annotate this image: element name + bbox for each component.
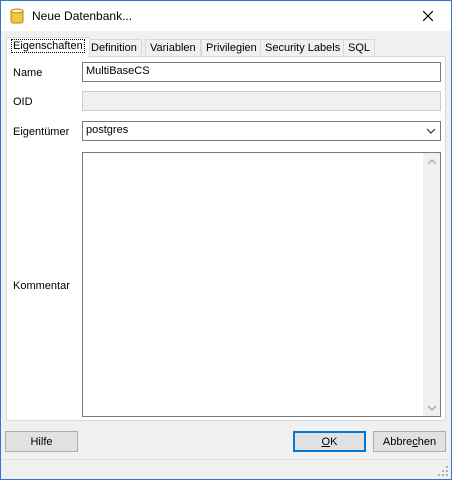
cancel-pre: Abbre xyxy=(382,435,413,448)
comment-textarea[interactable] xyxy=(82,152,441,417)
close-icon xyxy=(423,11,433,21)
tab-variablen[interactable]: Variablen xyxy=(145,39,201,57)
ok-button-label: OK xyxy=(322,436,338,448)
chevron-down-icon xyxy=(425,125,437,137)
status-bar xyxy=(1,459,451,479)
window-title: Neue Datenbank... xyxy=(32,9,133,23)
comment-label: Kommentar xyxy=(13,280,70,292)
oid-label: OID xyxy=(13,96,33,108)
tab-label: Eigenschaften xyxy=(11,39,85,53)
help-button[interactable]: Hilfe xyxy=(5,431,78,452)
cancel-button[interactable]: Abbrechen xyxy=(373,431,446,452)
tab-eigenschaften[interactable]: Eigenschaften xyxy=(6,37,90,58)
scroll-up-icon[interactable] xyxy=(423,153,440,170)
tab-label: SQL xyxy=(348,42,371,54)
resize-grip-icon[interactable] xyxy=(437,465,449,477)
tab-label: Security Labels xyxy=(265,42,341,54)
close-button[interactable] xyxy=(405,1,451,31)
help-button-label: Hilfe xyxy=(30,435,53,448)
tab-security-labels[interactable]: Security Labels xyxy=(260,39,346,57)
owner-select[interactable]: postgres xyxy=(82,121,441,141)
ok-button[interactable]: OK xyxy=(293,431,366,452)
name-label: Name xyxy=(13,67,43,79)
tab-definition[interactable]: Definition xyxy=(86,39,142,57)
title-bar[interactable]: Neue Datenbank... xyxy=(1,1,451,31)
ok-rest: K xyxy=(330,435,338,448)
tab-privilegien[interactable]: Privilegien xyxy=(201,39,262,57)
cancel-button-label: Abbrechen xyxy=(383,436,436,448)
cancel-post: hen xyxy=(417,435,437,448)
ok-mnemonic: O xyxy=(321,435,331,448)
tab-sql[interactable]: SQL xyxy=(343,39,376,57)
oid-field xyxy=(82,91,441,111)
owner-value: postgres xyxy=(86,124,129,136)
dialog-window: Neue Datenbank... Eigenschaften Definiti… xyxy=(0,0,452,480)
tab-label: Definition xyxy=(91,42,137,54)
owner-label: Eigentümer xyxy=(13,126,70,138)
properties-panel: Name MultiBaseCS OID Eigentümer postgres… xyxy=(6,56,446,421)
tab-label: Privilegien xyxy=(206,42,257,54)
database-icon xyxy=(10,8,24,24)
comment-scrollbar[interactable] xyxy=(423,153,440,416)
tab-label: Variablen xyxy=(150,42,196,54)
scroll-down-icon[interactable] xyxy=(423,399,440,416)
name-field[interactable]: MultiBaseCS xyxy=(82,62,441,82)
